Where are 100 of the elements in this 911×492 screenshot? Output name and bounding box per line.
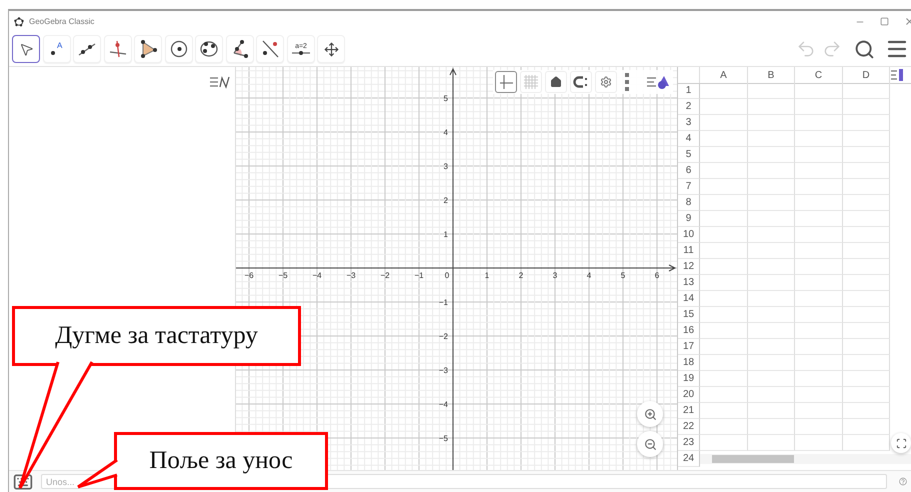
spreadsheet-cell[interactable] bbox=[748, 339, 795, 355]
spreadsheet-cell[interactable] bbox=[795, 227, 843, 243]
spreadsheet-cell[interactable] bbox=[748, 387, 795, 403]
spreadsheet-cell[interactable] bbox=[748, 99, 795, 115]
spreadsheet-cell[interactable] bbox=[795, 291, 843, 307]
spreadsheet-cell[interactable] bbox=[700, 307, 748, 323]
search-button[interactable] bbox=[854, 38, 875, 60]
spreadsheet-cell[interactable] bbox=[748, 371, 795, 387]
spreadsheet-cell[interactable] bbox=[748, 83, 795, 99]
spreadsheet-cell[interactable] bbox=[700, 179, 748, 195]
spreadsheet-cell[interactable] bbox=[843, 243, 890, 259]
help-icon[interactable] bbox=[899, 475, 907, 488]
row-header[interactable]: 17 bbox=[678, 339, 700, 355]
spreadsheet-cell[interactable] bbox=[700, 83, 748, 99]
zoom-out-button[interactable] bbox=[637, 431, 663, 457]
row-header[interactable]: 12 bbox=[678, 259, 700, 275]
row-header[interactable]: 7 bbox=[678, 179, 700, 195]
spreadsheet-cell[interactable] bbox=[748, 291, 795, 307]
spreadsheet-cell[interactable] bbox=[795, 419, 843, 435]
spreadsheet-cell[interactable] bbox=[700, 355, 748, 371]
row-header[interactable]: 6 bbox=[678, 163, 700, 179]
spreadsheet-cell[interactable] bbox=[795, 339, 843, 355]
spreadsheet-cell[interactable] bbox=[700, 371, 748, 387]
spreadsheet-cell[interactable] bbox=[700, 147, 748, 163]
column-header[interactable]: C bbox=[795, 67, 843, 84]
row-header[interactable]: 21 bbox=[678, 403, 700, 419]
spreadsheet-cell[interactable] bbox=[700, 419, 748, 435]
row-header[interactable]: 23 bbox=[678, 435, 700, 451]
fullscreen-button[interactable] bbox=[891, 433, 911, 453]
spreadsheet-cell[interactable] bbox=[843, 131, 890, 147]
spreadsheet-cell[interactable] bbox=[795, 275, 843, 291]
style-bar-toggle-icon[interactable] bbox=[890, 68, 904, 82]
spreadsheet-cell[interactable] bbox=[843, 259, 890, 275]
row-header[interactable]: 11 bbox=[678, 243, 700, 259]
spreadsheet-cell[interactable] bbox=[795, 435, 843, 451]
spreadsheet-cell[interactable] bbox=[700, 403, 748, 419]
spreadsheet-cell[interactable] bbox=[795, 371, 843, 387]
spreadsheet-cell[interactable] bbox=[795, 195, 843, 211]
spreadsheet-cell[interactable] bbox=[795, 115, 843, 131]
spreadsheet-cell[interactable] bbox=[795, 243, 843, 259]
spreadsheet-cell[interactable] bbox=[843, 227, 890, 243]
spreadsheet-cell[interactable] bbox=[748, 419, 795, 435]
row-header[interactable]: 10 bbox=[678, 227, 700, 243]
spreadsheet-cell[interactable] bbox=[748, 355, 795, 371]
spreadsheet-cell[interactable] bbox=[843, 211, 890, 227]
spreadsheet-cell[interactable] bbox=[843, 371, 890, 387]
spreadsheet-cell[interactable] bbox=[843, 163, 890, 179]
spreadsheet-cell[interactable] bbox=[748, 195, 795, 211]
spreadsheet-cell[interactable] bbox=[795, 403, 843, 419]
row-header[interactable]: 16 bbox=[678, 323, 700, 339]
spreadsheet-cell[interactable] bbox=[700, 291, 748, 307]
spreadsheet-cell[interactable] bbox=[700, 211, 748, 227]
spreadsheet-cell[interactable] bbox=[748, 211, 795, 227]
spreadsheet-cell[interactable] bbox=[700, 195, 748, 211]
spreadsheet-cell[interactable] bbox=[700, 131, 748, 147]
row-header[interactable]: 14 bbox=[678, 291, 700, 307]
spreadsheet-cell[interactable] bbox=[748, 435, 795, 451]
spreadsheet-cell[interactable] bbox=[748, 147, 795, 163]
undo-button[interactable] bbox=[796, 39, 816, 59]
spreadsheet-cell[interactable] bbox=[748, 403, 795, 419]
spreadsheet-cell[interactable] bbox=[748, 163, 795, 179]
style-button[interactable] bbox=[495, 71, 517, 93]
horizontal-scrollbar[interactable] bbox=[700, 454, 911, 464]
column-header[interactable]: B bbox=[748, 67, 795, 84]
row-header[interactable]: 19 bbox=[678, 371, 700, 387]
capture-button[interactable] bbox=[570, 71, 592, 93]
spreadsheet-cell[interactable] bbox=[843, 195, 890, 211]
spreadsheet-cell[interactable] bbox=[700, 163, 748, 179]
spreadsheet-cell[interactable] bbox=[700, 387, 748, 403]
row-header[interactable]: 2 bbox=[678, 99, 700, 115]
spreadsheet-cell[interactable] bbox=[843, 307, 890, 323]
spreadsheet-cell[interactable] bbox=[843, 355, 890, 371]
row-header[interactable]: 5 bbox=[678, 147, 700, 163]
spreadsheet-cell[interactable] bbox=[843, 419, 890, 435]
spreadsheet-cell[interactable] bbox=[795, 131, 843, 147]
spreadsheet-cell[interactable] bbox=[843, 291, 890, 307]
spreadsheet-cell[interactable] bbox=[700, 323, 748, 339]
spreadsheet-cell[interactable] bbox=[700, 259, 748, 275]
maximize-button[interactable] bbox=[880, 17, 889, 26]
row-header[interactable]: 4 bbox=[678, 131, 700, 147]
home-button[interactable] bbox=[545, 71, 567, 93]
spreadsheet-cell[interactable] bbox=[795, 259, 843, 275]
row-header[interactable]: 15 bbox=[678, 307, 700, 323]
zoom-in-button[interactable] bbox=[637, 401, 663, 427]
spreadsheet-cell[interactable] bbox=[795, 163, 843, 179]
spreadsheet-cell[interactable] bbox=[795, 355, 843, 371]
row-header[interactable]: 9 bbox=[678, 211, 700, 227]
row-header[interactable]: 18 bbox=[678, 355, 700, 371]
redo-button[interactable] bbox=[822, 39, 842, 59]
spreadsheet-cell[interactable] bbox=[748, 259, 795, 275]
spreadsheet-cell[interactable] bbox=[795, 99, 843, 115]
tool-button[interactable] bbox=[12, 35, 40, 63]
spreadsheet-cell[interactable] bbox=[795, 83, 843, 99]
spreadsheet-cell[interactable] bbox=[843, 275, 890, 291]
spreadsheet-cell[interactable] bbox=[700, 115, 748, 131]
spreadsheet-cell[interactable] bbox=[843, 403, 890, 419]
spreadsheet-cell[interactable] bbox=[748, 275, 795, 291]
spreadsheet-cell[interactable] bbox=[700, 227, 748, 243]
spreadsheet-cell[interactable] bbox=[795, 179, 843, 195]
spreadsheet-cell[interactable] bbox=[700, 243, 748, 259]
